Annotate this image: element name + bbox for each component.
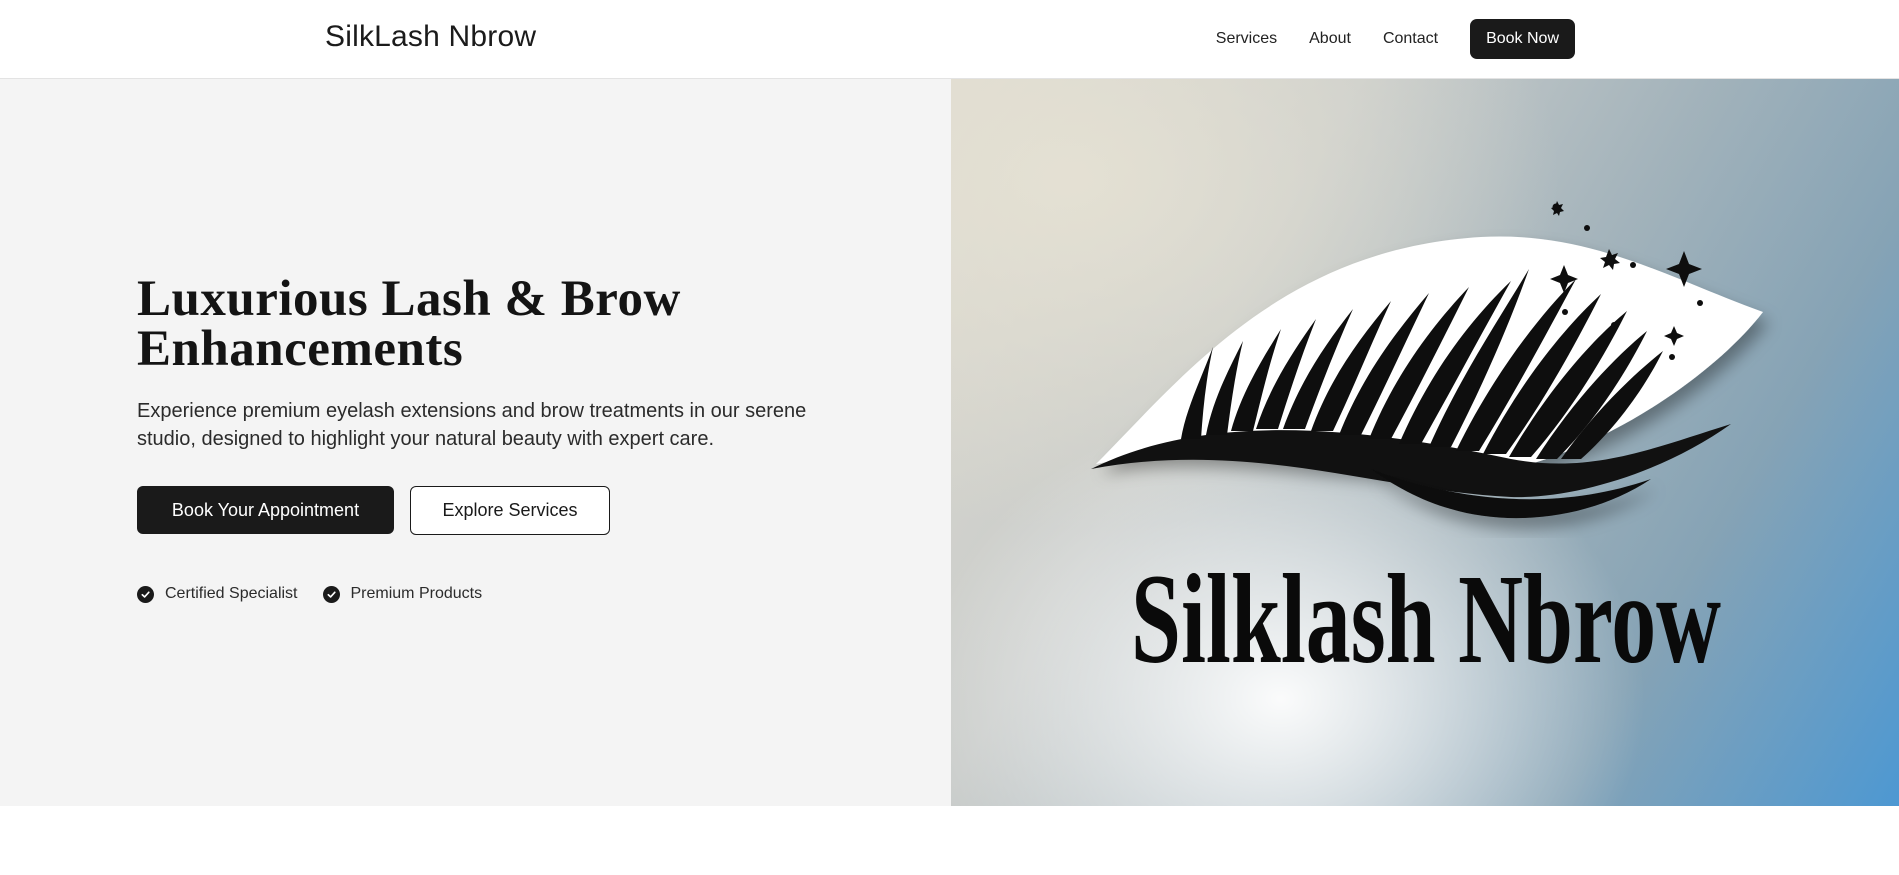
hero-title: Luxurious Lash & Brow Enhancements (137, 271, 681, 377)
explore-services-button[interactable]: Explore Services (410, 486, 610, 535)
hero-content: Luxurious Lash & Brow Enhancements Exper… (0, 79, 951, 806)
hero-description: Experience premium eyelash extensions an… (137, 400, 807, 450)
feature-label: Premium Products (350, 585, 483, 602)
hero-image: Silklash Nbrow (951, 79, 1899, 806)
check-circle-icon (137, 585, 154, 603)
feature-item: Premium Products (322, 585, 483, 603)
eyelash-logo-icon: Silklash Nbrow (1091, 201, 1763, 690)
feature-list: Certified Specialist Premium Products (137, 585, 507, 603)
nav-link-about[interactable]: About (1309, 30, 1351, 48)
nav-link-services[interactable]: Services (1216, 30, 1277, 48)
main-nav: Services About Contact Book Now (1216, 19, 1575, 59)
feature-label: Certified Specialist (165, 585, 298, 602)
book-appointment-button[interactable]: Book Your Appointment (137, 486, 394, 534)
check-circle-icon (322, 585, 340, 603)
hero-logo-text: Silklash Nbrow (1131, 548, 1721, 690)
site-header: SilkLash Nbrow Services About Contact Bo… (0, 0, 1899, 79)
book-now-button[interactable]: Book Now (1470, 19, 1575, 59)
hero-section: Luxurious Lash & Brow Enhancements Exper… (0, 79, 1899, 806)
nav-link-contact[interactable]: Contact (1383, 30, 1438, 48)
brand-name[interactable]: SilkLash Nbrow (325, 20, 536, 54)
feature-item: Certified Specialist (137, 585, 298, 603)
